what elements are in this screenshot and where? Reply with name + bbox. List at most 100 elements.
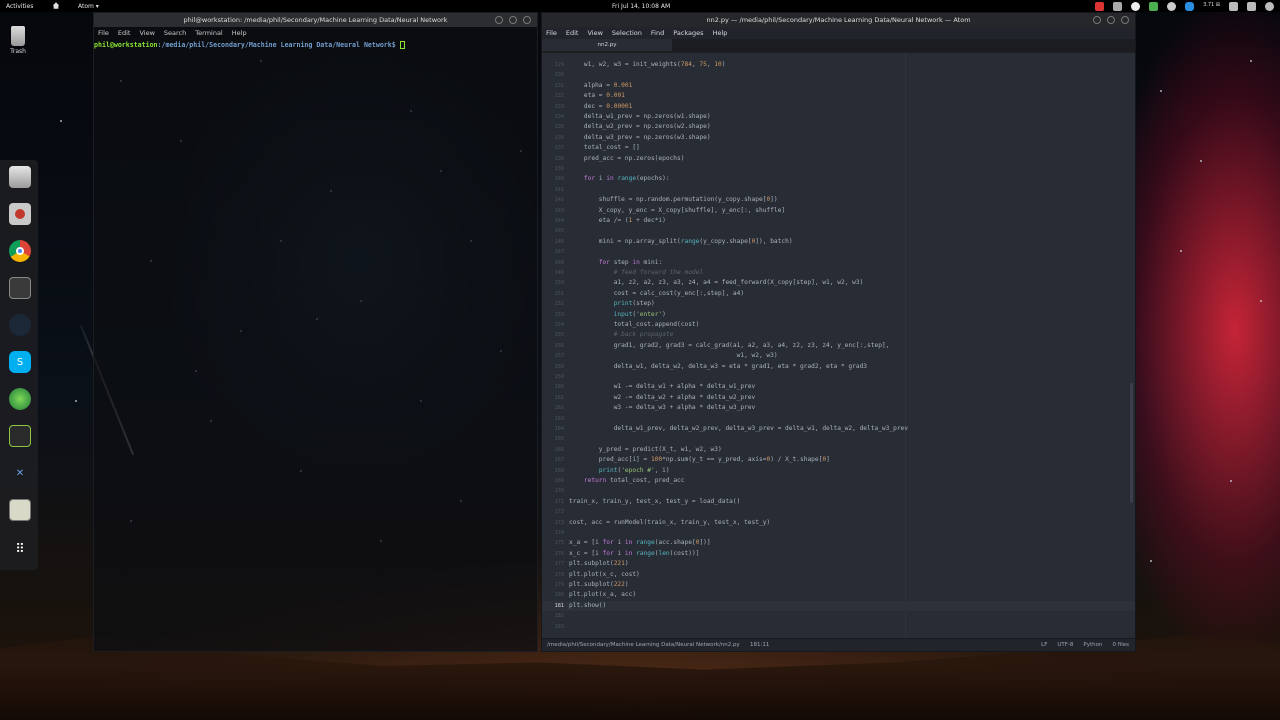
terminal-titlebar[interactable]: phil@workstation: /media/phil/Secondary/… — [94, 13, 537, 27]
code-line[interactable]: w3 -= delta_w3 + alpha * delta_w3_prev — [569, 404, 756, 411]
terminal-window[interactable]: phil@workstation: /media/phil/Secondary/… — [93, 12, 538, 652]
line-number[interactable]: 160 — [542, 384, 564, 390]
trash-desktop-icon[interactable]: Trash — [6, 26, 30, 55]
line-number[interactable]: 149 — [542, 270, 564, 276]
code-line[interactable]: return total_cost, pred_acc — [569, 477, 685, 484]
steam-icon[interactable] — [9, 314, 31, 336]
atom-menu-help[interactable]: Help — [713, 29, 728, 37]
recorder-icon[interactable] — [1095, 1, 1105, 11]
volume-icon[interactable] — [1247, 1, 1256, 11]
code-line[interactable]: grad1, grad2, grad3 = calc_grad(a1, a2, … — [569, 342, 890, 349]
status-file-path[interactable]: /media/phil/Secondary/Machine Learning D… — [547, 642, 740, 648]
line-number[interactable]: 156 — [542, 343, 564, 349]
terminal-output[interactable]: phil@workstation:/media/phil/Secondary/M… — [94, 39, 537, 49]
line-number[interactable]: 150 — [542, 280, 564, 286]
code-line[interactable]: delta_w3_prev = np.zeros(w3.shape) — [569, 134, 711, 141]
line-number[interactable]: 167 — [542, 457, 564, 463]
terminal-icon[interactable] — [9, 277, 31, 299]
line-number[interactable]: 170 — [542, 488, 564, 494]
files-icon[interactable] — [9, 166, 31, 188]
code-line[interactable]: for step in mini: — [569, 259, 662, 266]
code-line[interactable]: pred_acc[i] = 100*np.sum(y_t == y_pred, … — [569, 456, 830, 463]
close-icon[interactable] — [1121, 16, 1129, 24]
code-line[interactable]: shuffle = np.random.permutation(y_copy.s… — [569, 196, 778, 203]
code-editor[interactable]: 129 w1, w2, w3 = init_weights(784, 75, 1… — [542, 53, 1135, 638]
line-number[interactable]: 142 — [542, 197, 564, 203]
line-number[interactable]: 144 — [542, 218, 564, 224]
bluetooth-icon[interactable] — [1185, 1, 1195, 11]
power-icon[interactable] — [1265, 1, 1274, 11]
line-number[interactable]: 145 — [542, 228, 564, 234]
line-number[interactable]: 154 — [542, 322, 564, 328]
code-line[interactable]: w1, w2, w3 = init_weights(784, 75, 10) — [569, 61, 726, 68]
line-number[interactable]: 131 — [542, 83, 564, 89]
minimize-icon[interactable] — [495, 16, 503, 24]
camera-icon[interactable] — [9, 203, 31, 225]
minimize-icon[interactable] — [1093, 16, 1101, 24]
atom-window[interactable]: nn2.py — /media/phil/Secondary/Machine L… — [541, 12, 1136, 652]
line-number[interactable]: 153 — [542, 312, 564, 318]
line-number[interactable]: 152 — [542, 301, 564, 307]
line-number[interactable]: 130 — [542, 72, 564, 78]
line-number[interactable]: 166 — [542, 447, 564, 453]
display-icon[interactable] — [1113, 1, 1123, 11]
terminal-menu-view[interactable]: View — [139, 29, 154, 37]
code-line[interactable]: mini = np.array_split(range(y_copy.shape… — [569, 238, 793, 245]
code-line[interactable]: cost, acc = runModel(train_x, train_y, t… — [569, 519, 770, 526]
code-line[interactable]: cost = calc_cost(y_enc[:,step], a4) — [569, 290, 744, 297]
line-number[interactable]: 165 — [542, 436, 564, 442]
line-number[interactable]: 177 — [542, 561, 564, 567]
line-number[interactable]: 172 — [542, 509, 564, 515]
atom-titlebar[interactable]: nn2.py — /media/phil/Secondary/Machine L… — [542, 13, 1135, 27]
terminal-menu-file[interactable]: File — [98, 29, 109, 37]
line-number[interactable]: 180 — [542, 592, 564, 598]
code-line[interactable]: plt.plot(x_a, acc) — [569, 591, 636, 598]
code-line[interactable]: delta_w1_prev, delta_w2_prev, delta_w3_p… — [569, 425, 908, 432]
line-number[interactable]: 159 — [542, 374, 564, 380]
atom-menu-edit[interactable]: Edit — [566, 29, 579, 37]
code-line[interactable]: print(step) — [569, 300, 655, 307]
system-monitor-icon[interactable] — [9, 425, 31, 447]
code-line[interactable]: for i in range(epochs): — [569, 175, 670, 182]
code-line[interactable]: x_c = [i for i in range(len(cost))] — [569, 550, 699, 557]
terminal-menu-search[interactable]: Search — [164, 29, 186, 37]
line-number[interactable]: 176 — [542, 551, 564, 557]
line-number[interactable]: 182 — [542, 613, 564, 619]
code-line[interactable]: eta = 0.001 — [569, 92, 625, 99]
atom-menu-selection[interactable]: Selection — [612, 29, 642, 37]
code-line[interactable]: # feed forward the model — [569, 269, 703, 276]
line-number[interactable]: 158 — [542, 364, 564, 370]
line-number[interactable]: 179 — [542, 582, 564, 588]
terminal-menu-help[interactable]: Help — [232, 29, 247, 37]
code-line[interactable]: w1, w2, w3) — [569, 352, 778, 359]
line-number[interactable]: 138 — [542, 156, 564, 162]
line-number[interactable]: 178 — [542, 572, 564, 578]
line-number[interactable]: 181 — [542, 603, 564, 609]
maximize-icon[interactable] — [509, 16, 517, 24]
line-number[interactable]: 171 — [542, 499, 564, 505]
code-line[interactable]: # back propagate — [569, 331, 674, 338]
line-number[interactable]: 183 — [542, 624, 564, 630]
line-number[interactable]: 175 — [542, 540, 564, 546]
line-number[interactable]: 133 — [542, 104, 564, 110]
code-line[interactable]: plt.show() — [569, 602, 606, 609]
status-grammar[interactable]: Python — [1083, 642, 1102, 648]
chrome-icon[interactable] — [9, 240, 31, 262]
network-icon[interactable] — [1229, 1, 1238, 11]
line-number[interactable]: 173 — [542, 520, 564, 526]
maximize-icon[interactable] — [1107, 16, 1115, 24]
line-number[interactable]: 129 — [542, 62, 564, 68]
code-line[interactable]: y_pred = predict(X_t, w1, w2, w3) — [569, 446, 722, 453]
activities-button[interactable]: Activities — [6, 3, 33, 10]
line-number[interactable]: 162 — [542, 405, 564, 411]
terminal-menu-edit[interactable]: Edit — [118, 29, 131, 37]
code-line[interactable]: dec = 0.00001 — [569, 103, 632, 110]
line-number[interactable]: 157 — [542, 353, 564, 359]
status-git-files[interactable]: 0 files — [1113, 642, 1130, 648]
tools-icon[interactable]: ✕ — [9, 462, 31, 484]
line-number[interactable]: 174 — [542, 530, 564, 536]
code-line[interactable]: delta_w2_prev = np.zeros(w2.shape) — [569, 123, 711, 130]
tab-nn2-py[interactable]: nn2.py — [542, 39, 672, 51]
line-number[interactable]: 146 — [542, 239, 564, 245]
line-number[interactable]: 168 — [542, 468, 564, 474]
